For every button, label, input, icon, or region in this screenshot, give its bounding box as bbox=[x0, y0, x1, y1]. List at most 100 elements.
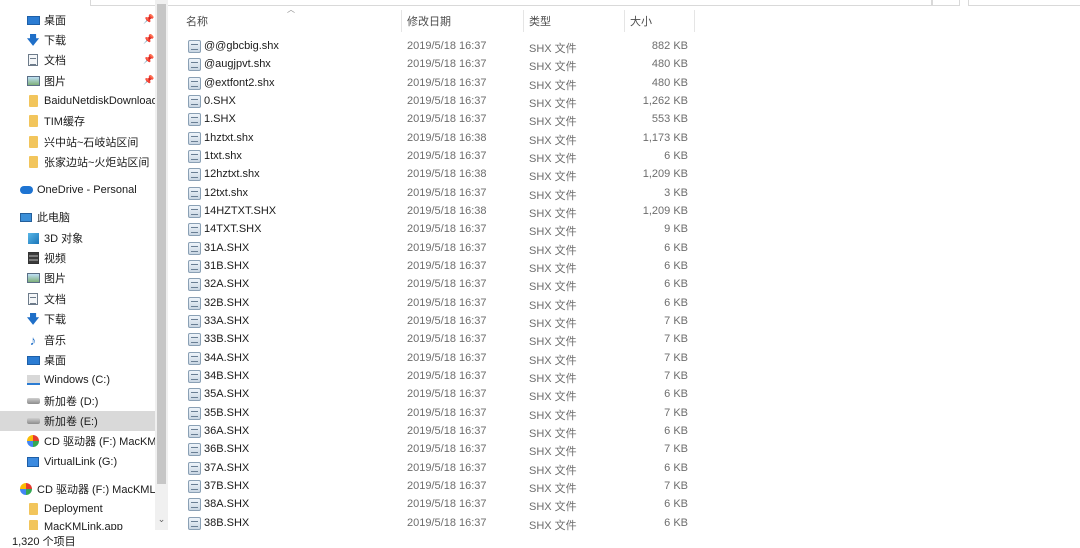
file-modified-date: 2019/5/18 16:37 bbox=[407, 259, 487, 272]
file-row[interactable]: @augjpvt.shx 2019/5/18 16:37 SHX 文件 480 KB bbox=[180, 56, 700, 74]
file-row[interactable]: 12hztxt.shx 2019/5/18 16:38 SHX 文件 1,209 KB bbox=[180, 166, 700, 184]
file-size: 6 KB bbox=[664, 498, 688, 511]
file-modified-date: 2019/5/18 16:37 bbox=[407, 369, 487, 382]
file-type: SHX 文件 bbox=[529, 372, 577, 385]
file-size: 882 KB bbox=[651, 40, 688, 52]
file-size: 7 KB bbox=[664, 333, 688, 346]
shx-file-icon bbox=[188, 278, 201, 292]
file-modified-date: 2019/5/18 16:37 bbox=[407, 314, 487, 327]
file-row[interactable]: 37B.SHX 2019/5/18 16:37 SHX 文件 7 KB bbox=[180, 478, 700, 496]
file-row[interactable]: @@gbcbig.shx 2019/5/18 16:37 SHX 文件 882 KB bbox=[180, 38, 700, 56]
file-row[interactable]: 33B.SHX 2019/5/18 16:37 SHX 文件 7 KB bbox=[180, 331, 700, 349]
file-row[interactable]: 31B.SHX 2019/5/18 16:37 SHX 文件 6 KB bbox=[180, 258, 700, 276]
file-name: @extfont2.shx bbox=[204, 76, 275, 89]
shx-file-icon bbox=[188, 443, 201, 457]
file-type: SHX 文件 bbox=[529, 226, 577, 239]
file-row[interactable]: 12txt.shx 2019/5/18 16:37 SHX 文件 3 KB bbox=[180, 185, 700, 203]
file-row[interactable]: 36A.SHX 2019/5/18 16:37 SHX 文件 6 KB bbox=[180, 423, 700, 441]
file-type: SHX 文件 bbox=[529, 61, 577, 74]
file-modified-date: 2019/5/18 16:37 bbox=[407, 479, 487, 492]
file-row[interactable]: 32A.SHX 2019/5/18 16:37 SHX 文件 6 KB bbox=[180, 276, 700, 294]
file-row[interactable]: 38B.SHX 2019/5/18 16:37 SHX 文件 6 KB bbox=[180, 515, 700, 533]
file-type: SHX 文件 bbox=[529, 189, 577, 202]
file-size: 7 KB bbox=[664, 369, 688, 382]
file-size: 7 KB bbox=[664, 406, 688, 419]
file-row[interactable]: 1txt.shx 2019/5/18 16:37 SHX 文件 6 KB bbox=[180, 148, 700, 166]
file-name: 38A.SHX bbox=[204, 498, 250, 511]
shx-file-icon bbox=[188, 314, 201, 328]
shx-file-icon bbox=[188, 168, 201, 182]
file-row[interactable]: 14HZTXT.SHX 2019/5/18 16:38 SHX 文件 1,209 KB bbox=[180, 203, 700, 221]
file-type: SHX 文件 bbox=[529, 391, 577, 404]
file-size: 480 KB bbox=[651, 58, 688, 71]
shx-file-icon bbox=[188, 498, 201, 512]
file-modified-date: 2019/5/18 16:37 bbox=[407, 424, 487, 437]
file-modified-date: 2019/5/18 16:37 bbox=[407, 278, 487, 291]
file-size: 1,173 KB bbox=[642, 131, 688, 144]
file-modified-date: 2019/5/18 16:37 bbox=[407, 296, 487, 309]
file-row[interactable]: 14TXT.SHX 2019/5/18 16:37 SHX 文件 9 KB bbox=[180, 221, 700, 239]
file-row[interactable]: 0.SHX 2019/5/18 16:37 SHX 文件 1,262 KB bbox=[180, 93, 700, 111]
file-modified-date: 2019/5/18 16:37 bbox=[407, 498, 487, 511]
shx-file-icon bbox=[188, 259, 201, 273]
file-row[interactable]: 35A.SHX 2019/5/18 16:37 SHX 文件 6 KB bbox=[180, 386, 700, 404]
file-name: 1.SHX bbox=[204, 113, 236, 126]
file-modified-date: 2019/5/18 16:37 bbox=[407, 351, 487, 364]
file-name: @@gbcbig.shx bbox=[204, 40, 279, 52]
file-row[interactable]: 34A.SHX 2019/5/18 16:37 SHX 文件 7 KB bbox=[180, 350, 700, 368]
file-row[interactable]: 36B.SHX 2019/5/18 16:37 SHX 文件 7 KB bbox=[180, 441, 700, 459]
file-type: SHX 文件 bbox=[529, 409, 577, 422]
file-modified-date: 2019/5/18 16:37 bbox=[407, 461, 487, 474]
file-row[interactable]: 1hztxt.shx 2019/5/18 16:38 SHX 文件 1,173 KB bbox=[180, 130, 700, 148]
file-modified-date: 2019/5/18 16:38 bbox=[407, 168, 487, 181]
file-name: 31B.SHX bbox=[204, 259, 250, 272]
file-size: 3 KB bbox=[664, 186, 688, 199]
file-type: SHX 文件 bbox=[529, 244, 577, 257]
file-row[interactable]: @extfont2.shx 2019/5/18 16:37 SHX 文件 480 KB bbox=[180, 75, 700, 93]
file-name: 35A.SHX bbox=[204, 388, 250, 401]
file-row[interactable]: 35B.SHX 2019/5/18 16:37 SHX 文件 7 KB bbox=[180, 405, 700, 423]
file-size: 1,209 KB bbox=[642, 204, 688, 217]
file-type: SHX 文件 bbox=[529, 43, 577, 55]
file-name: 33B.SHX bbox=[204, 333, 250, 346]
file-size: 6 KB bbox=[664, 278, 688, 291]
file-size: 6 KB bbox=[664, 461, 688, 474]
file-name: 12hztxt.shx bbox=[204, 168, 260, 181]
shx-file-icon bbox=[188, 388, 201, 402]
shx-file-icon bbox=[188, 131, 201, 145]
file-modified-date: 2019/5/18 16:37 bbox=[407, 94, 487, 107]
file-row[interactable]: 34B.SHX 2019/5/18 16:37 SHX 文件 7 KB bbox=[180, 368, 700, 386]
shx-file-icon bbox=[188, 113, 201, 127]
file-name: 37B.SHX bbox=[204, 479, 250, 492]
file-modified-date: 2019/5/18 16:38 bbox=[407, 131, 487, 144]
file-name: 34B.SHX bbox=[204, 369, 250, 382]
file-name: 33A.SHX bbox=[204, 314, 250, 327]
file-row[interactable]: 37A.SHX 2019/5/18 16:37 SHX 文件 6 KB bbox=[180, 460, 700, 478]
file-modified-date: 2019/5/18 16:37 bbox=[407, 516, 487, 529]
shx-file-icon bbox=[188, 186, 201, 200]
file-name: 37A.SHX bbox=[204, 461, 250, 474]
file-type: SHX 文件 bbox=[529, 427, 577, 440]
file-row[interactable]: 31A.SHX 2019/5/18 16:37 SHX 文件 6 KB bbox=[180, 240, 700, 258]
file-size: 7 KB bbox=[664, 351, 688, 364]
file-size: 6 KB bbox=[664, 516, 688, 529]
file-modified-date: 2019/5/18 16:38 bbox=[407, 204, 487, 217]
status-item-count: 1,320 个项目 bbox=[12, 536, 76, 548]
file-modified-date: 2019/5/18 16:37 bbox=[407, 223, 487, 236]
shx-file-icon bbox=[188, 94, 201, 108]
file-modified-date: 2019/5/18 16:37 bbox=[407, 241, 487, 254]
file-modified-date: 2019/5/18 16:37 bbox=[407, 333, 487, 346]
shx-file-icon bbox=[188, 76, 201, 90]
file-modified-date: 2019/5/18 16:37 bbox=[407, 40, 487, 52]
shx-file-icon bbox=[188, 241, 201, 255]
shx-file-icon bbox=[188, 479, 201, 493]
shx-file-icon bbox=[188, 149, 201, 163]
file-row[interactable]: 38A.SHX 2019/5/18 16:37 SHX 文件 6 KB bbox=[180, 496, 700, 514]
shx-file-icon bbox=[188, 223, 201, 237]
file-row[interactable]: 32B.SHX 2019/5/18 16:37 SHX 文件 6 KB bbox=[180, 295, 700, 313]
file-modified-date: 2019/5/18 16:37 bbox=[407, 443, 487, 456]
file-row[interactable]: 1.SHX 2019/5/18 16:37 SHX 文件 553 KB bbox=[180, 111, 700, 129]
file-type: SHX 文件 bbox=[529, 519, 577, 532]
file-size: 7 KB bbox=[664, 479, 688, 492]
file-row[interactable]: 33A.SHX 2019/5/18 16:37 SHX 文件 7 KB bbox=[180, 313, 700, 331]
